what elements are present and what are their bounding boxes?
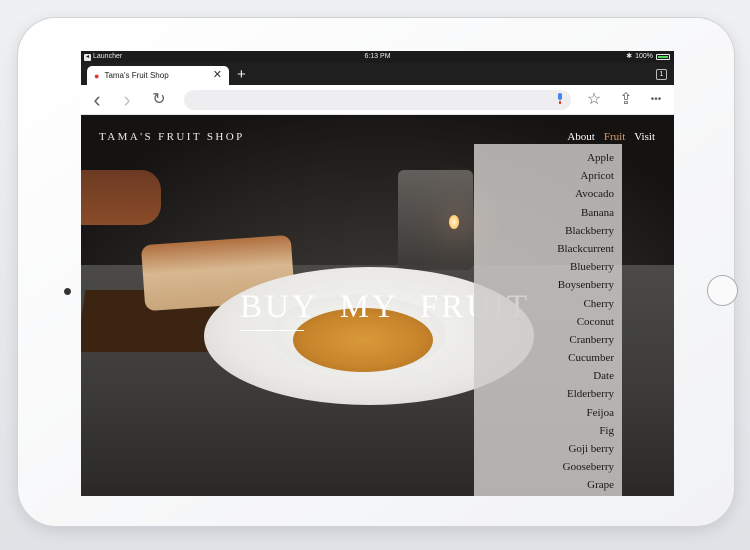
nav-about[interactable]: About [567, 131, 595, 143]
status-time: 6:13 PM [364, 53, 391, 60]
fruit-menu-item[interactable]: Cucumber [474, 349, 622, 367]
fruit-menu-item[interactable]: Apple [474, 149, 622, 167]
fruit-menu-item[interactable]: Coconut [474, 313, 622, 331]
fruit-menu-item[interactable]: Grape [474, 476, 622, 494]
fruit-menu-item[interactable]: Date [474, 367, 622, 385]
tab-title: Tama's Fruit Shop [104, 71, 169, 80]
hero-word-my: MY [339, 289, 399, 325]
fruit-menu-item[interactable]: Goji berry [474, 440, 622, 458]
microphone-icon[interactable] [557, 93, 563, 104]
share-icon[interactable]: ⇪ [617, 91, 635, 109]
fruit-menu-item[interactable]: Avocado [474, 185, 622, 203]
hero-underline [240, 330, 304, 331]
screenshot-stage: ◂ Launcher 6:13 PM ✱ 100% ● Tama's Fruit… [0, 0, 750, 550]
browser-toolbar: ‹ › ↻ ☆ ⇪ ••• [81, 85, 674, 115]
status-bar: ◂ Launcher 6:13 PM ✱ 100% [81, 51, 674, 63]
home-button[interactable] [707, 275, 738, 306]
close-tab-icon[interactable]: ✕ [213, 70, 222, 81]
fruit-menu-item[interactable]: Feijoa [474, 404, 622, 422]
site-brand[interactable]: TAMA'S FRUIT SHOP [99, 131, 245, 143]
hero-word-buy: BUY [240, 289, 319, 325]
fruit-menu-item[interactable]: Fig [474, 422, 622, 440]
tomato-icon: ● [94, 70, 100, 81]
battery-percent: 100% [635, 53, 653, 60]
candle-flame [449, 215, 459, 229]
fruit-menu-item[interactable]: Banana [474, 204, 622, 222]
new-tab-button[interactable]: + [237, 66, 246, 83]
side-dish-photo [81, 170, 161, 225]
tablet-screen: ◂ Launcher 6:13 PM ✱ 100% ● Tama's Fruit… [81, 51, 674, 496]
fruit-menu-item[interactable]: Elderberry [474, 385, 622, 403]
tab-strip: ● Tama's Fruit Shop ✕ + 1 [81, 63, 674, 85]
bluetooth-icon: ✱ [626, 53, 633, 60]
fruit-menu-item[interactable]: Apricot [474, 167, 622, 185]
fruit-menu-item[interactable]: Blackcurrent [474, 240, 622, 258]
reload-icon[interactable]: ↻ [150, 91, 168, 109]
fruit-menu-item[interactable]: Gooseberry [474, 458, 622, 476]
front-camera [64, 288, 71, 295]
fruit-menu-item[interactable]: Boysenberry [474, 276, 622, 294]
fruit-menu-item[interactable]: Cranberry [474, 331, 622, 349]
nav-fruit[interactable]: Fruit [604, 131, 625, 143]
menu-icon[interactable]: ••• [647, 91, 665, 109]
webpage: TAMA'S FRUIT SHOP About Fruit Visit BUY … [81, 115, 674, 496]
site-nav: About Fruit Visit [567, 131, 655, 143]
bookmark-star-icon[interactable]: ☆ [585, 91, 603, 109]
fruit-dropdown-menu: Apple Apricot Avocado Banana Blackberry … [474, 144, 622, 496]
nav-visit[interactable]: Visit [634, 131, 655, 143]
fruit-menu-item[interactable]: Blueberry [474, 258, 622, 276]
address-bar[interactable] [184, 90, 571, 110]
candle-holder-photo [398, 170, 473, 270]
battery-icon [656, 54, 670, 60]
fruit-menu-item[interactable]: Cherry [474, 295, 622, 313]
tab-switcher-button[interactable]: 1 [656, 69, 667, 80]
back-icon[interactable]: ‹ [88, 89, 106, 111]
fruit-menu-item[interactable]: Blackberry [474, 222, 622, 240]
browser-tab[interactable]: ● Tama's Fruit Shop ✕ [87, 66, 229, 85]
forward-icon[interactable]: › [118, 89, 136, 111]
status-indicators: ✱ 100% [626, 51, 670, 63]
